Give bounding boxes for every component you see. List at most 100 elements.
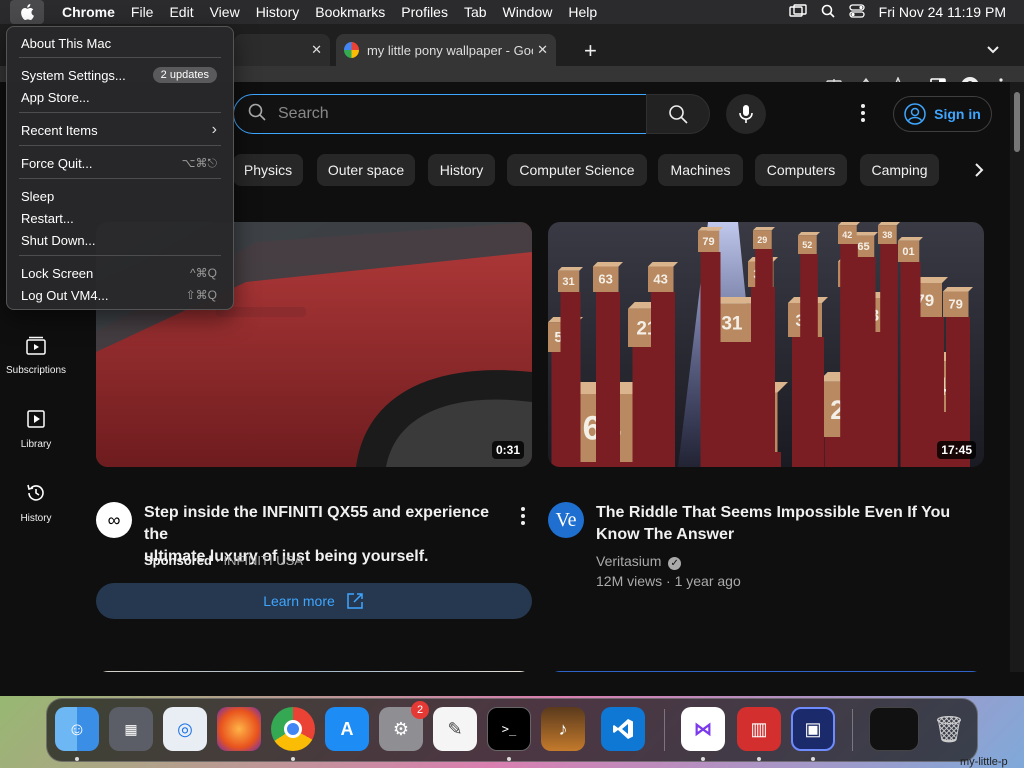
menu-bookmarks[interactable]: Bookmarks <box>307 4 393 20</box>
menu-app-store[interactable]: App Store... <box>13 87 227 107</box>
parallels-icon[interactable]: ▥ <box>737 707 781 751</box>
box-number-label: 43 <box>653 272 667 287</box>
channel-name[interactable]: Veritasium <box>596 553 661 569</box>
apple-menu-icon[interactable] <box>10 0 44 24</box>
launchpad-icon[interactable]: ▦ <box>109 707 153 751</box>
sign-in-button[interactable]: Sign in <box>893 96 992 132</box>
system-settings-icon[interactable]: ⚙ 2 <box>379 701 429 751</box>
shortcut-label: ⌥⌘⎋ <box>181 155 217 170</box>
menu-separator <box>19 57 221 58</box>
firefox-icon[interactable] <box>217 707 261 751</box>
tab-active[interactable]: my little pony wallpaper - Goo ✕ <box>336 34 556 66</box>
account-circle-icon <box>904 103 926 125</box>
box-number-label: 29 <box>757 235 767 245</box>
menubar-clock[interactable]: Fri Nov 24 11:19 PM <box>879 4 1006 20</box>
menu-recent-items[interactable]: Recent Items › <box>13 120 227 140</box>
chip-computer-science[interactable]: Computer Science <box>507 154 647 186</box>
sign-in-label: Sign in <box>934 106 981 122</box>
box-number-label: 79 <box>702 236 714 248</box>
menu-file[interactable]: File <box>123 4 162 20</box>
trash-icon[interactable]: 🗑 <box>927 707 971 751</box>
finder-icon[interactable]: ☺ <box>55 707 99 751</box>
sidebar-item-history[interactable]: History <box>0 482 72 524</box>
menu-force-quit[interactable]: Force Quit... ⌥⌘⎋ <box>13 153 227 173</box>
menu-log-out[interactable]: Log Out VM4... ⇧⌘Q <box>13 285 227 305</box>
terminal-icon[interactable]: >_ <box>487 707 531 751</box>
tab-close-icon[interactable]: ✕ <box>311 42 322 58</box>
verified-check-icon: ✓ <box>668 557 682 570</box>
minimized-window-thumbnail[interactable] <box>869 707 919 751</box>
notification-badge: 2 <box>411 701 429 719</box>
video-thumbnail-next-1[interactable] <box>96 671 532 672</box>
menu-app-chrome[interactable]: Chrome <box>54 4 123 20</box>
video-thumbnail-veritasium[interactable]: 6429273421313343795663437934796501317929… <box>548 222 984 467</box>
shortcut-label: ⇧⌘Q <box>185 288 217 302</box>
settings-kebab-icon[interactable] <box>860 104 866 127</box>
channel-name[interactable]: · INFINITI USA <box>216 553 303 568</box>
apple-menu-dropdown: About This Mac System Settings... 2 upda… <box>6 26 234 310</box>
app-store-icon[interactable]: A <box>325 707 369 751</box>
spotlight-search-icon[interactable] <box>821 4 835 21</box>
title-line: The Riddle That Seems Impossible Even If… <box>596 504 951 521</box>
remote-desktop-icon[interactable]: ▣ <box>791 707 835 751</box>
chrome-icon[interactable] <box>271 707 315 751</box>
chip-camping[interactable]: Camping <box>860 154 939 186</box>
video-more-kebab-icon[interactable] <box>520 507 526 530</box>
box-number-label: 52 <box>802 240 812 250</box>
menu-lock-screen[interactable]: Lock Screen ^⌘Q <box>13 263 227 283</box>
page-scrollbar[interactable] <box>1010 82 1024 672</box>
chips-next-chevron-icon[interactable] <box>974 162 984 183</box>
menu-tab[interactable]: Tab <box>456 4 495 20</box>
sponsored-line: Sponsored · INFINITI USA <box>144 553 303 568</box>
sidebar-item-library[interactable]: Library <box>0 408 72 450</box>
new-tab-button[interactable]: + <box>584 38 597 64</box>
control-center-icon[interactable] <box>848 3 865 21</box>
chip-outer-space[interactable]: Outer space <box>317 154 415 186</box>
menu-history[interactable]: History <box>248 4 308 20</box>
channel-avatar-infiniti[interactable]: ∞ <box>96 502 132 538</box>
menu-system-settings[interactable]: System Settings... 2 updates <box>13 65 227 85</box>
running-indicator <box>757 757 761 761</box>
macos-menu-bar: Chrome File Edit View History Bookmarks … <box>0 0 1024 24</box>
menu-sleep[interactable]: Sleep <box>13 186 227 206</box>
learn-more-button[interactable]: Learn more <box>96 583 532 619</box>
chip-machines[interactable]: Machines <box>658 154 743 186</box>
channel-avatar-veritasium[interactable]: Ve <box>548 502 584 538</box>
menu-profiles[interactable]: Profiles <box>393 4 456 20</box>
chip-computers[interactable]: Computers <box>755 154 847 186</box>
menu-separator <box>19 112 221 113</box>
chip-history[interactable]: History <box>428 154 495 186</box>
menu-shut-down[interactable]: Shut Down... <box>13 230 227 250</box>
subscriptions-icon <box>26 336 46 355</box>
sidebar-item-subscriptions[interactable]: Subscriptions <box>0 334 72 376</box>
menu-edit[interactable]: Edit <box>161 4 201 20</box>
tab-inactive[interactable]: ✕ <box>234 34 330 66</box>
running-indicator <box>701 757 705 761</box>
video-thumbnail-next-2[interactable] <box>548 671 984 672</box>
visual-studio-icon[interactable]: ⋈ <box>681 707 725 751</box>
desktop-file-label[interactable]: my-little-p <box>960 756 1008 768</box>
tab-close-icon[interactable]: ✕ <box>537 42 548 58</box>
vscode-icon[interactable] <box>601 707 645 751</box>
search-input[interactable]: Search <box>233 94 647 134</box>
tab-search-chevron-icon[interactable] <box>986 42 1000 60</box>
search-button[interactable] <box>646 94 710 134</box>
macos-dock: ☺ ▦ ◎ A ⚙ 2 ✎ >_ ♪ ⋈ ▥ ▣ 🗑 <box>46 698 978 762</box>
textedit-icon[interactable]: ✎ <box>433 707 477 751</box>
numbered-box: 79 <box>698 227 723 467</box>
voice-search-button[interactable] <box>726 94 766 134</box>
menu-window[interactable]: Window <box>495 4 561 20</box>
screen-mirror-icon[interactable] <box>788 3 807 21</box>
garageband-icon[interactable]: ♪ <box>541 707 585 751</box>
menu-about-this-mac[interactable]: About This Mac <box>13 33 227 53</box>
scrollbar-thumb[interactable] <box>1014 92 1020 152</box>
menu-restart[interactable]: Restart... <box>13 208 227 228</box>
menu-view[interactable]: View <box>202 4 248 20</box>
numbered-boxes-image: 6429273421313343795663437934796501317929… <box>548 222 984 467</box>
video-title-veritasium[interactable]: The Riddle That Seems Impossible Even If… <box>596 502 966 546</box>
google-favicon-icon <box>344 42 359 58</box>
menu-help[interactable]: Help <box>560 4 605 20</box>
tab-title: my little pony wallpaper - Goo <box>366 42 534 58</box>
safari-icon[interactable]: ◎ <box>163 707 207 751</box>
chip-physics[interactable]: Physics <box>233 154 303 186</box>
